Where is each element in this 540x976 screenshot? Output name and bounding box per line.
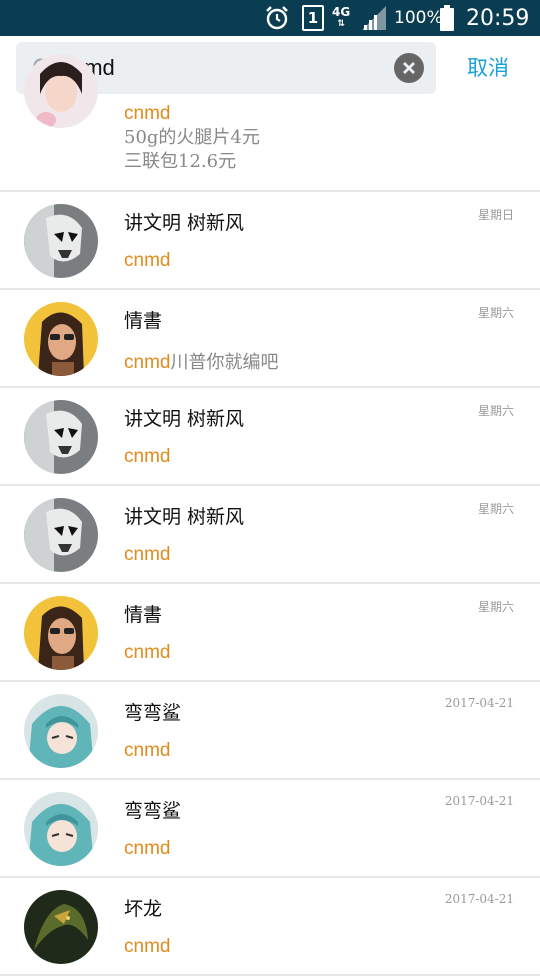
teal-hair-avatar bbox=[24, 792, 98, 866]
message-date: 2017-04-21 bbox=[444, 696, 514, 710]
message-date: 星期六 bbox=[477, 600, 514, 614]
list-item[interactable]: cnmd 50g的火腿片4元 三联包12.6元 bbox=[0, 54, 540, 192]
sim-number: 1 bbox=[302, 5, 324, 31]
match-highlight: cnmd bbox=[124, 352, 171, 373]
sim-icon: 1 bbox=[302, 0, 324, 36]
match-highlight: cnmd bbox=[124, 936, 171, 957]
contact-name: 讲文明 树新风 bbox=[124, 408, 245, 430]
message-date: 星期六 bbox=[477, 502, 514, 516]
message-snippet: cnmd bbox=[124, 936, 170, 958]
battery-icon bbox=[440, 0, 454, 36]
battery-percent: 100% bbox=[394, 8, 443, 28]
contact-name: 讲文明 树新风 bbox=[124, 506, 245, 528]
list-item[interactable]: 讲文明 树新风 星期六 cnmd bbox=[0, 388, 540, 486]
dragon-avatar bbox=[24, 890, 98, 964]
message-snippet: cnmd川普你就编吧 bbox=[124, 352, 279, 373]
list-item[interactable]: 情書 星期六 cnmd川普你就编吧 bbox=[0, 290, 540, 388]
search-results-list: cnmd 50g的火腿片4元 三联包12.6元 讲文明 树新风 星期日 cnmd bbox=[0, 54, 540, 976]
message-date: 星期六 bbox=[477, 306, 514, 320]
anime-girl-glasses-avatar bbox=[24, 596, 98, 670]
teal-hair-avatar bbox=[24, 694, 98, 768]
message-date: 2017-04-21 bbox=[444, 892, 514, 906]
close-icon bbox=[403, 62, 415, 74]
anime-girl-glasses-avatar bbox=[24, 302, 98, 376]
message-snippet: cnmd bbox=[124, 250, 170, 272]
clear-search-button[interactable] bbox=[394, 53, 424, 83]
message-date: 星期日 bbox=[477, 208, 514, 222]
cancel-button[interactable]: 取消 bbox=[452, 42, 524, 94]
stormtrooper-avatar bbox=[24, 204, 98, 278]
message-date: 2017-04-21 bbox=[444, 794, 514, 808]
list-item[interactable]: 情書 星期六 cnmd bbox=[0, 584, 540, 682]
4g-icon: 4G ⇅ bbox=[332, 5, 351, 29]
girl-avatar bbox=[24, 54, 98, 128]
message-snippet: cnmd bbox=[124, 544, 170, 566]
match-highlight: cnmd bbox=[124, 838, 171, 859]
message-snippet: cnmd bbox=[124, 838, 170, 860]
match-highlight: cnmd bbox=[124, 642, 171, 663]
network-type: 4G bbox=[332, 5, 351, 19]
contact-name: 情書 bbox=[124, 310, 163, 332]
stormtrooper-avatar bbox=[24, 400, 98, 474]
signal-icon bbox=[360, 0, 388, 36]
contact-name: 讲文明 树新风 bbox=[124, 212, 245, 234]
list-item[interactable]: 弯弯鲨 2017-04-21 cnmd bbox=[0, 780, 540, 878]
snippet-line: 三联包12.6元 bbox=[124, 151, 237, 172]
match-highlight: cnmd bbox=[124, 544, 171, 565]
list-item[interactable]: 坏龙 2017-04-21 cnmd bbox=[0, 878, 540, 976]
contact-name: 弯弯鲨 bbox=[124, 702, 182, 724]
stormtrooper-avatar bbox=[24, 498, 98, 572]
message-date: 星期六 bbox=[477, 404, 514, 418]
match-highlight: cnmd bbox=[124, 446, 171, 467]
list-item[interactable]: 讲文明 树新风 星期日 cnmd bbox=[0, 192, 540, 290]
contact-name: 情書 bbox=[124, 604, 163, 626]
list-item[interactable]: 讲文明 树新风 星期六 cnmd bbox=[0, 486, 540, 584]
message-snippet: cnmd 50g的火腿片4元 三联包12.6元 bbox=[124, 102, 260, 174]
status-bar: 1 4G ⇅ 100% 20:59 bbox=[0, 0, 540, 36]
clock: 20:59 bbox=[466, 5, 530, 31]
match-highlight: cnmd bbox=[124, 103, 171, 124]
list-item[interactable]: 弯弯鲨 2017-04-21 cnmd bbox=[0, 682, 540, 780]
message-snippet: cnmd bbox=[124, 642, 170, 664]
snippet-line: 50g的火腿片4元 bbox=[124, 127, 260, 148]
message-snippet: cnmd bbox=[124, 740, 170, 762]
message-snippet: cnmd bbox=[124, 446, 170, 468]
contact-name: 坏龙 bbox=[124, 898, 163, 920]
match-highlight: cnmd bbox=[124, 740, 171, 761]
contact-name: 弯弯鲨 bbox=[124, 800, 182, 822]
match-highlight: cnmd bbox=[124, 250, 171, 271]
alarm-icon bbox=[264, 0, 290, 36]
